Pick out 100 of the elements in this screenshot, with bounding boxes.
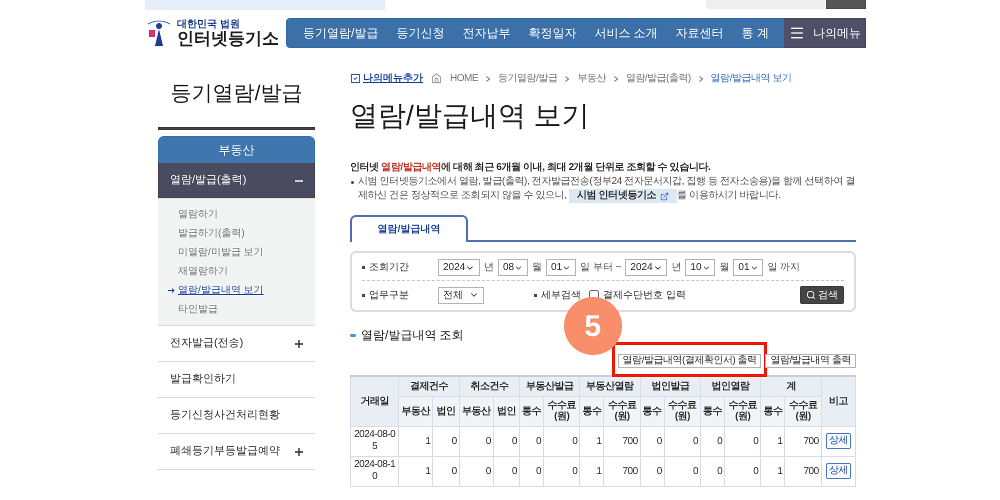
home-icon <box>431 73 442 84</box>
table-cell: 0 <box>459 426 494 456</box>
column-header: 수수료 (원) <box>604 396 640 426</box>
select-field[interactable]: 2024 <box>625 259 668 276</box>
column-header: 법인열람 <box>700 376 761 396</box>
table-cell: 0 <box>432 426 460 456</box>
chevron-icon <box>486 76 490 82</box>
table-cell: 0 <box>640 456 664 486</box>
table-cell: 0 <box>544 426 580 456</box>
table-cell: 700 <box>604 456 640 486</box>
detail-button[interactable]: 상세 <box>826 433 851 449</box>
tab[interactable]: 열람/발급내역 <box>350 215 468 242</box>
column-header: 통수 <box>580 396 604 426</box>
nav-item[interactable]: 서비스 소개 <box>585 24 667 42</box>
print-button[interactable]: 열람/발급내역 출력 <box>765 354 856 368</box>
submenu-item[interactable]: 미열람/미발급 보기 <box>158 243 315 262</box>
nav-item[interactable]: 확정일자 <box>519 24 586 42</box>
table-cell: 1 <box>398 456 433 486</box>
table-cell: 0 <box>459 456 494 486</box>
breadcrumb-item[interactable]: 부동산 <box>577 71 606 86</box>
search-field[interactable] <box>706 0 826 9</box>
breadcrumb-item[interactable]: HOME <box>450 71 478 86</box>
page-title: 열람/발급내역 보기 <box>350 99 591 133</box>
column-header: 법인 <box>493 396 520 426</box>
table-cell: 700 <box>784 426 822 456</box>
column-header: 거래일 <box>350 376 399 426</box>
plus-icon <box>295 448 303 456</box>
table-cell: 0 <box>493 426 520 456</box>
pilot-site-link[interactable]: 시범 인터넷등기소 <box>569 189 678 203</box>
column-header: 통수 <box>640 396 664 426</box>
column-header: 수수료 (원) <box>724 396 761 426</box>
table-cell: 0 <box>493 456 520 486</box>
select-field[interactable]: 01 <box>546 259 576 276</box>
search-icon <box>806 290 816 300</box>
breadcrumb-item[interactable]: 열람/발급(출력) <box>626 71 691 86</box>
select-field[interactable]: 전체 <box>438 286 484 304</box>
print-button[interactable]: 열람/발급내역(결제확인서) 출력 <box>618 354 762 368</box>
column-header: 수수료 (원) <box>784 396 822 426</box>
column-header: 부동산발급 <box>519 376 580 396</box>
submenu-item[interactable]: 열람/발급내역 보기 <box>158 281 315 300</box>
external-link-icon <box>660 192 670 200</box>
submenu-item[interactable]: 재열람하기 <box>158 262 315 281</box>
logo-subtitle: 대한민국 법원 <box>177 20 241 30</box>
chevron-icon <box>698 76 703 82</box>
table-cell: 1 <box>760 426 785 456</box>
select-field[interactable]: 01 <box>733 259 764 276</box>
plus-icon <box>295 340 303 348</box>
column-header: 법인 <box>432 396 460 426</box>
search-button[interactable] <box>826 0 866 9</box>
detail-button[interactable]: 상세 <box>826 463 851 479</box>
chevron-icon <box>565 76 570 82</box>
column-header: 부동산 <box>459 396 494 426</box>
checkbox-icon <box>350 73 361 84</box>
sidebar-menu-item[interactable]: 열람/발급(출력) <box>158 163 315 199</box>
breadcrumb-item[interactable]: 등기열람/발급 <box>498 71 558 86</box>
breadcrumb-item[interactable]: 열람/발급내역 보기 <box>710 71 792 86</box>
nav-item[interactable]: 통 계 <box>732 24 778 42</box>
column-header: 취소건수 <box>459 376 520 396</box>
submenu-item[interactable]: 타인발급 <box>158 300 315 319</box>
column-header: 부동산열람 <box>580 376 640 396</box>
date-unit: 월 <box>532 261 542 275</box>
column-header: 통수 <box>760 396 785 426</box>
table-cell: 2024-08-10 <box>350 456 399 486</box>
select-field[interactable]: 2024 <box>438 259 480 276</box>
column-header: 수수료 (원) <box>664 396 700 426</box>
table-cell: 0 <box>519 456 544 486</box>
search-button[interactable]: 검색 <box>800 286 844 304</box>
table-cell: 0 <box>664 456 700 486</box>
table-cell: 700 <box>784 456 822 486</box>
bullet-icon <box>362 266 365 269</box>
checkbox[interactable] <box>589 290 599 300</box>
date-unit: 년 <box>484 261 494 275</box>
select-field[interactable]: 08 <box>498 259 528 276</box>
table-cell: 1 <box>580 456 604 486</box>
table-cell: 1 <box>580 426 604 456</box>
bullet-icon <box>362 294 365 296</box>
add-my-menu-link[interactable]: 나의메뉴추가 <box>350 71 423 86</box>
submenu-item[interactable]: 열람하기 <box>158 205 315 224</box>
select-field[interactable]: 10 <box>685 259 716 276</box>
nav-item[interactable]: 등기열람/발급 <box>294 24 388 42</box>
table-cell: 0 <box>519 426 544 456</box>
table-cell: 2024-08-05 <box>350 426 399 456</box>
date-unit: 년 <box>671 261 682 275</box>
menu-icon <box>789 25 805 41</box>
sidebar-category[interactable]: 부동산 <box>158 136 315 163</box>
column-header: 수수료 (원) <box>544 396 580 426</box>
table-cell: 700 <box>604 426 640 456</box>
chevron-icon <box>614 76 618 82</box>
table-cell: 0 <box>544 456 580 486</box>
table-cell: 0 <box>724 426 761 456</box>
table-cell: 0 <box>432 456 460 486</box>
column-header: 부동산 <box>398 396 433 426</box>
table-cell: 0 <box>640 426 664 456</box>
submenu-item[interactable]: 발급하기(출력) <box>158 224 315 243</box>
my-menu-button[interactable]: 나의메뉴 <box>784 18 866 48</box>
nav-item[interactable]: 자료센터 <box>666 24 733 42</box>
nav-item[interactable]: 등기신청 <box>387 24 454 42</box>
nav-item[interactable]: 전자납부 <box>453 24 520 42</box>
table-cell: 0 <box>700 456 725 486</box>
date-unit: 월 <box>719 261 730 275</box>
